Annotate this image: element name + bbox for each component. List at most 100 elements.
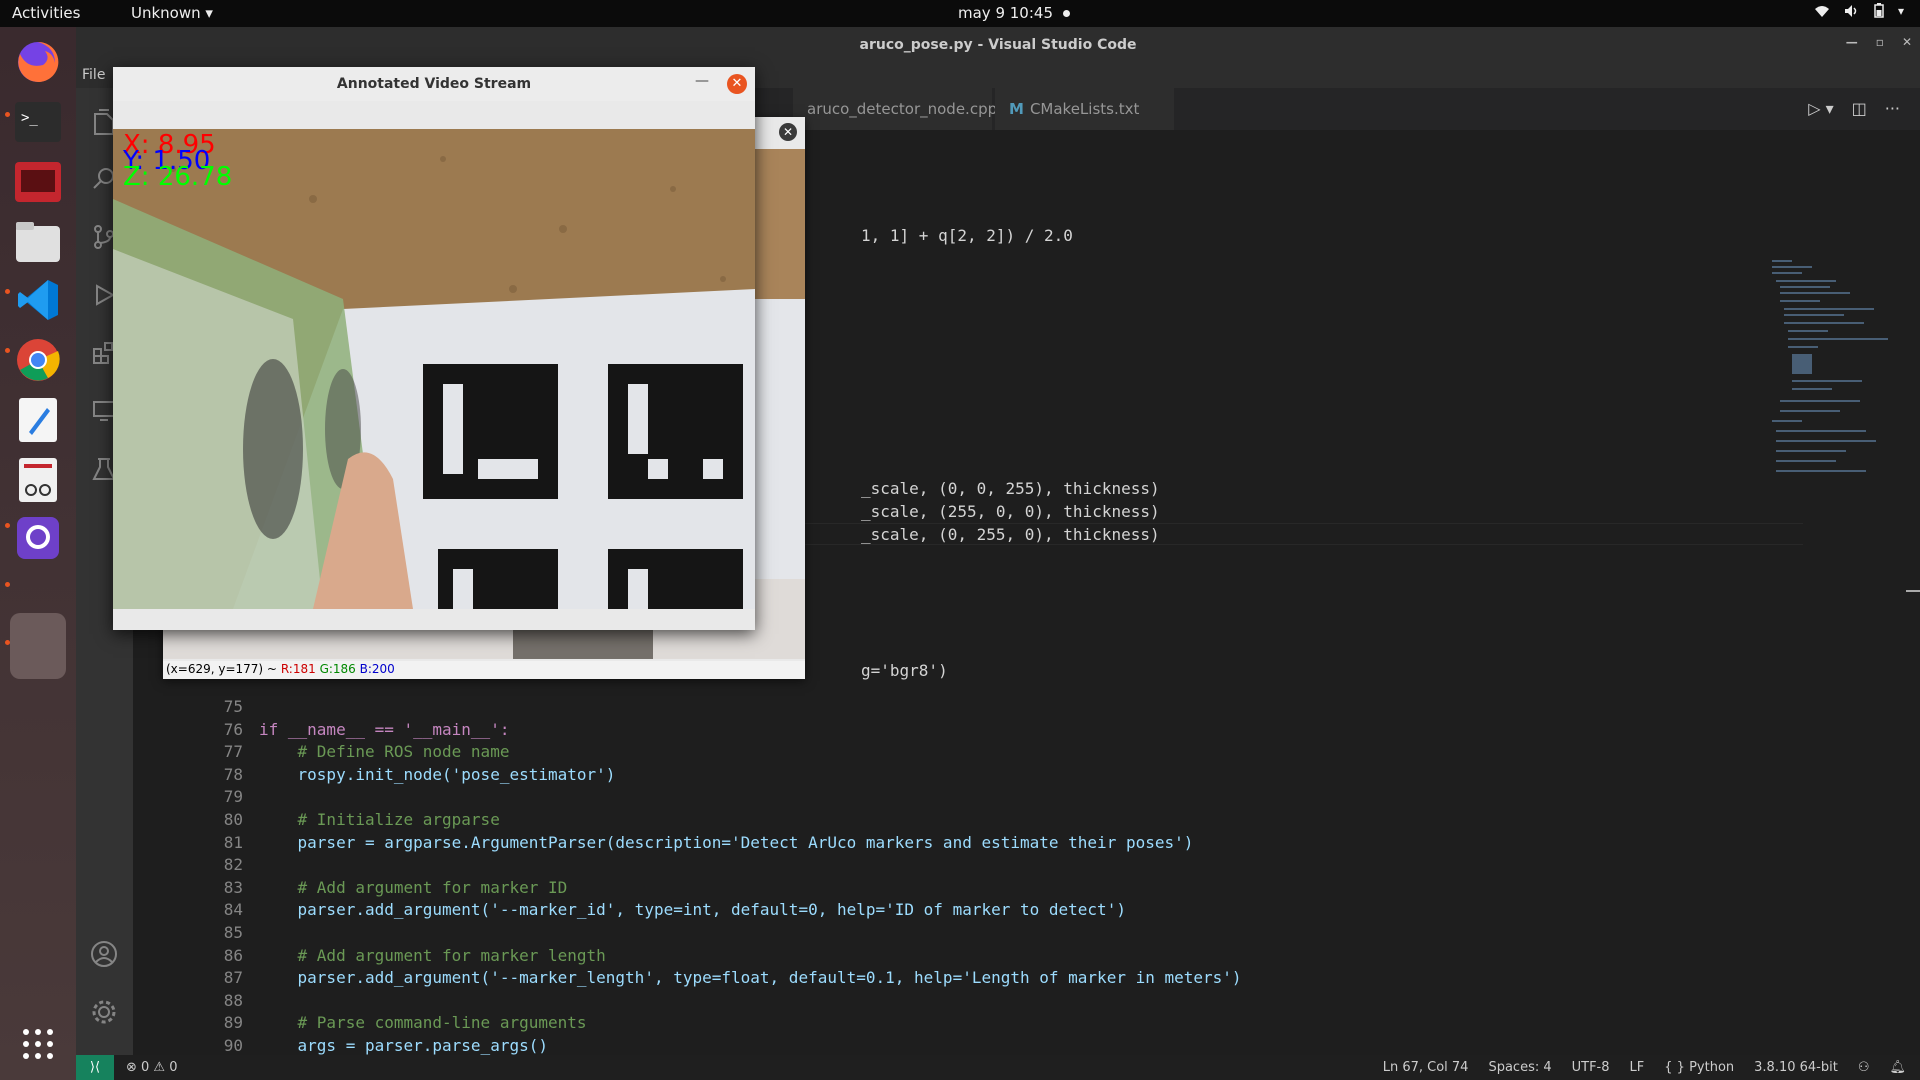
code-line: _scale, (0, 0, 255), thickness) xyxy=(861,479,1160,498)
app-menu-label: Unknown xyxy=(131,4,201,22)
split-editor-icon[interactable]: ◫ xyxy=(1852,99,1867,118)
pose-z-readout: Z: 26.78 xyxy=(123,162,233,192)
code-line: parser.add_argument('--marker_length', t… xyxy=(259,968,1242,988)
code-text: _scale, (255, 0, 0), thickness) xyxy=(861,502,1160,521)
python-interpreter[interactable]: 3.8.10 64-bit xyxy=(1754,1060,1838,1075)
vscode-icon[interactable] xyxy=(11,273,65,327)
running-indicator xyxy=(5,523,10,528)
clock[interactable]: may 9 10:45 xyxy=(958,4,1070,22)
encoding[interactable]: UTF-8 xyxy=(1572,1060,1610,1075)
tab-label: CMakeLists.txt xyxy=(1029,100,1140,118)
minimize-icon[interactable]: — xyxy=(695,73,709,89)
code-line: # Add argument for marker ID xyxy=(259,877,568,897)
line-number: 86 xyxy=(223,945,243,965)
pixel-green: G:186 xyxy=(319,662,356,676)
line-number: 82 xyxy=(223,855,243,875)
menu-file[interactable]: File xyxy=(82,67,105,83)
line-number: 90 xyxy=(223,1036,243,1055)
line-number: 88 xyxy=(223,990,243,1010)
code-line: # Initialize argparse xyxy=(259,810,500,829)
indentation[interactable]: Spaces: 4 xyxy=(1488,1060,1551,1075)
camera-scene xyxy=(113,129,755,609)
active-app-slot[interactable] xyxy=(10,613,66,679)
code-line: # Add argument for marker length xyxy=(259,945,606,965)
language-mode[interactable]: { } Python xyxy=(1664,1060,1734,1075)
running-indicator xyxy=(5,289,10,294)
firefox-icon[interactable] xyxy=(11,35,65,89)
code-line: # Define ROS node name xyxy=(259,742,510,762)
line-number: 77 xyxy=(223,742,243,762)
problems-indicator[interactable]: ⊗ 0 ⚠ 0 xyxy=(126,1060,178,1075)
annotated-video-window[interactable]: Annotated Video Stream — ✕ X: 8.95 Y: 1.… xyxy=(113,67,755,630)
line-number: 84 xyxy=(223,900,243,920)
line-number: 75 xyxy=(223,697,243,716)
code-line: parser.add_argument('--marker_id', type=… xyxy=(259,900,1126,920)
activities-button[interactable]: Activities xyxy=(12,4,80,22)
code-text: g='bgr8') xyxy=(861,661,948,680)
end-of-line[interactable]: LF xyxy=(1630,1060,1645,1075)
pixel-blue: B:200 xyxy=(359,662,395,676)
line-number: 79 xyxy=(223,787,243,807)
close-icon[interactable]: ✕ xyxy=(1902,35,1912,49)
window-titlebar[interactable]: aruco_pose.py - Visual Studio Code — ▫ ✕ xyxy=(76,27,1920,64)
window-bottom-bar xyxy=(113,609,755,630)
window-title: aruco_pose.py - Visual Studio Code xyxy=(859,37,1137,53)
pixel-red: R:181 xyxy=(280,662,316,676)
status-bar: ⟩⟨ ⊗ 0 ⚠ 0 Ln 67, Col 74 Spaces: 4 UTF-8… xyxy=(76,1055,1920,1080)
annotated-camera-frame: X: 8.95 Y: 1.50 Z: 26.78 xyxy=(113,129,755,609)
battery-icon xyxy=(1874,3,1884,18)
app-menu[interactable]: Unknown ▾ xyxy=(131,4,213,22)
feedback-icon[interactable]: ⚇ xyxy=(1858,1060,1870,1075)
line-number: 81 xyxy=(223,832,243,852)
line-number: 83 xyxy=(223,877,243,897)
code-line: _scale, (255, 0, 0), thickness) xyxy=(861,502,1160,521)
cmake-file-icon: M xyxy=(1009,100,1024,118)
cursor-position[interactable]: Ln 67, Col 74 xyxy=(1383,1060,1469,1075)
tab-aruco-detector-node[interactable]: aruco_detector_node.cpp xyxy=(793,88,997,130)
code-line: 1, 1] + q[2, 2]) / 2.0 xyxy=(861,226,1073,245)
system-tray[interactable]: ▾ xyxy=(1814,3,1904,18)
minimize-icon[interactable]: — xyxy=(1846,35,1858,49)
more-actions-icon[interactable]: ··· xyxy=(1885,99,1900,118)
volume-icon xyxy=(1844,4,1857,17)
chrome-icon[interactable] xyxy=(11,333,65,387)
tab-cmakelists[interactable]: M CMakeLists.txt xyxy=(995,88,1175,130)
pixel-coordinates: (x=629, y=177) ~ xyxy=(166,662,277,676)
code-line: parser = argparse.ArgumentParser(descrip… xyxy=(259,832,1194,852)
clock-label: may 9 10:45 xyxy=(958,4,1053,22)
maximize-icon[interactable]: ▫ xyxy=(1876,35,1884,49)
scrollbar-thumb[interactable] xyxy=(1906,590,1920,592)
line-number: 78 xyxy=(223,764,243,784)
close-icon[interactable]: ✕ xyxy=(727,74,747,94)
run-python-file-icon[interactable]: ▷ ▾ xyxy=(1808,99,1833,118)
remote-indicator-icon[interactable]: ⟩⟨ xyxy=(76,1055,114,1080)
svg-text:>_: >_ xyxy=(21,110,38,126)
terminal-icon[interactable]: >_ xyxy=(11,95,65,149)
line-number: 85 xyxy=(223,923,243,942)
minimap[interactable] xyxy=(1772,260,1892,500)
show-apps-icon[interactable] xyxy=(11,1017,65,1071)
notifications-bell-icon[interactable]: 🔔︎ xyxy=(1889,1060,1906,1075)
code-line: _scale, (0, 255, 0), thickness) xyxy=(861,525,1160,544)
code-text: _scale, (0, 255, 0), thickness) xyxy=(861,525,1160,544)
window-title[interactable]: Annotated Video Stream xyxy=(113,67,755,101)
line-number: 80 xyxy=(223,810,243,829)
close-icon[interactable]: ✕ xyxy=(779,123,797,141)
account-icon[interactable] xyxy=(90,940,118,968)
running-indicator xyxy=(5,348,10,353)
wifi-icon xyxy=(1814,5,1829,17)
document-viewer-icon[interactable] xyxy=(11,453,65,507)
app-red-icon[interactable] xyxy=(11,155,65,209)
text-editor-icon[interactable] xyxy=(11,393,65,447)
github-icon[interactable] xyxy=(11,511,65,565)
code-line: # Parse command-line arguments xyxy=(259,1013,587,1033)
files-icon[interactable] xyxy=(11,215,65,269)
code-text: _scale, (0, 0, 255), thickness) xyxy=(861,479,1160,498)
tab-label: aruco_detector_node.cpp xyxy=(807,100,998,118)
running-indicator xyxy=(5,582,10,587)
code-line: if __name__ == '__main__': xyxy=(259,719,510,739)
top-bar: Activities Unknown ▾ may 9 10:45 ▾ xyxy=(0,0,1920,27)
code-line: g='bgr8') xyxy=(861,661,948,680)
manage-gear-icon[interactable] xyxy=(90,998,118,1026)
notification-dot-icon xyxy=(1063,10,1070,17)
